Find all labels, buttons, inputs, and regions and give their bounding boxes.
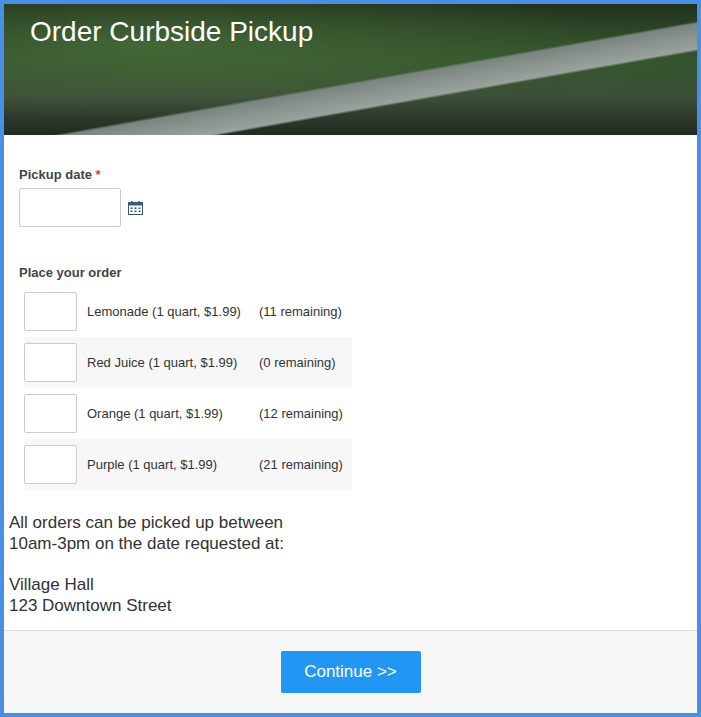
item-remaining: (0 remaining) <box>259 355 336 370</box>
quantity-input[interactable] <box>24 343 77 382</box>
continue-button[interactable]: Continue >> <box>281 651 421 693</box>
order-label: Place your order <box>19 265 697 280</box>
order-item: Red Juice (1 quart, $1.99)(0 remaining) <box>24 337 352 388</box>
item-name: Red Juice (1 quart, $1.99) <box>87 355 259 370</box>
header-banner: Order Curbside Pickup <box>4 4 697 135</box>
pickup-address: Village Hall123 Downtown Street <box>9 574 697 616</box>
pickup-date-label: Pickup date * <box>19 167 697 182</box>
pickup-date-input[interactable] <box>19 188 121 227</box>
item-remaining: (11 remaining) <box>259 304 342 319</box>
item-remaining: (12 remaining) <box>259 406 343 421</box>
item-name: Orange (1 quart, $1.99) <box>87 406 259 421</box>
pickup-date-field <box>19 188 697 227</box>
form-title: Order Curbside Pickup <box>4 4 697 48</box>
order-form: Order Curbside Pickup Pickup date * Place … <box>0 0 701 717</box>
order-list: Lemonade (1 quart, $1.99)(11 remaining)R… <box>24 286 352 490</box>
order-item: Orange (1 quart, $1.99)(12 remaining) <box>24 388 352 439</box>
item-name: Purple (1 quart, $1.99) <box>87 457 259 472</box>
required-mark: * <box>96 167 101 182</box>
info-line: All orders can be picked up between <box>9 512 697 533</box>
item-name: Lemonade (1 quart, $1.99) <box>87 304 259 319</box>
address-line: Village Hall <box>9 574 697 595</box>
calendar-icon[interactable] <box>128 201 143 215</box>
info-line: 10am-3pm on the date requested at: <box>9 533 697 554</box>
item-remaining: (21 remaining) <box>259 457 343 472</box>
order-item: Lemonade (1 quart, $1.99)(11 remaining) <box>24 286 352 337</box>
quantity-input[interactable] <box>24 445 77 484</box>
order-item: Purple (1 quart, $1.99)(21 remaining) <box>24 439 352 490</box>
quantity-input[interactable] <box>24 292 77 331</box>
pickup-info: All orders can be picked up between10am-… <box>9 512 697 554</box>
form-body: Pickup date * Place your order Lemonade (1… <box>4 135 697 631</box>
quantity-input[interactable] <box>24 394 77 433</box>
address-line: 123 Downtown Street <box>9 595 697 616</box>
form-footer: Continue >> <box>4 631 697 713</box>
